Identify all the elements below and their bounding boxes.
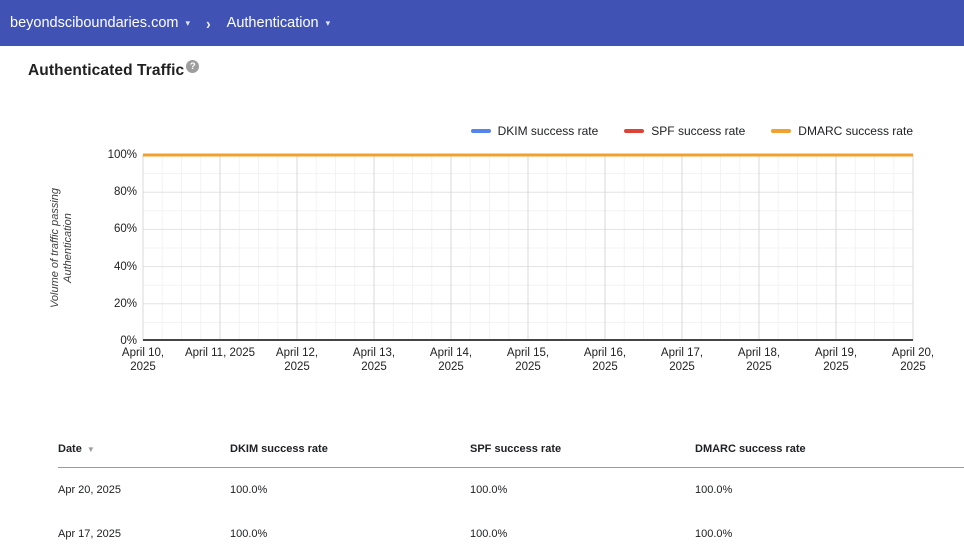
page-title-row: Authenticated Traffic ?	[28, 62, 199, 80]
y-axis-title-line: Volume of traffic passing	[49, 188, 62, 308]
x-tick-label: April 20,2025	[892, 346, 934, 374]
section-selector[interactable]: Authentication ▾	[227, 15, 330, 31]
y-tick-label: 60%	[114, 223, 137, 235]
help-icon[interactable]: ?	[186, 60, 199, 73]
dmarc-line-swatch-icon	[771, 129, 791, 133]
column-header-label: Date	[58, 443, 82, 455]
cell-spf: 100.0%	[470, 528, 695, 540]
page-title: Authenticated Traffic	[28, 62, 184, 80]
cell-date: Apr 20, 2025	[58, 484, 230, 496]
cell-dmarc: 100.0%	[695, 528, 964, 540]
x-tick-label: April 14,2025	[430, 346, 472, 374]
chart-plot-area	[143, 155, 913, 341]
x-tick-label: April 19,2025	[815, 346, 857, 374]
y-axis-title: Volume of traffic passing Authentication	[49, 188, 75, 308]
line-chart	[143, 155, 913, 341]
cell-dmarc: 100.0%	[695, 484, 964, 496]
breadcrumb-chevron-icon: ›	[206, 14, 211, 32]
column-header-dmarc[interactable]: DMARC success rate	[695, 443, 964, 455]
traffic-table: Date ▼ DKIM success rate SPF success rat…	[58, 430, 964, 556]
x-tick-label: April 17,2025	[661, 346, 703, 374]
x-axis-tick-labels: April 10,2025April 11, 2025April 12,2025…	[143, 346, 913, 378]
column-header-spf[interactable]: SPF success rate	[470, 443, 695, 455]
legend-label: SPF success rate	[651, 124, 745, 138]
section-selector-label: Authentication	[227, 15, 319, 31]
x-tick-label: April 18,2025	[738, 346, 780, 374]
topbar: beyondsciboundaries.com ▾ › Authenticati…	[0, 0, 964, 46]
cell-date: Apr 17, 2025	[58, 528, 230, 540]
column-header-date[interactable]: Date ▼	[58, 443, 230, 455]
x-tick-label: April 12,2025	[276, 346, 318, 374]
y-axis-tick-labels: 0%20%40%60%80%100%	[85, 155, 137, 341]
x-tick-label: April 11, 2025	[185, 346, 255, 360]
legend-item-dmarc: DMARC success rate	[771, 124, 913, 138]
chart-legend: DKIM success rate SPF success rate DMARC…	[143, 123, 913, 139]
x-tick-label: April 10,2025	[122, 346, 164, 374]
x-tick-label: April 13,2025	[353, 346, 395, 374]
domain-selector-label: beyondsciboundaries.com	[10, 15, 178, 31]
table-row: Apr 20, 2025 100.0% 100.0% 100.0%	[58, 468, 964, 512]
chevron-down-icon: ▾	[326, 18, 331, 29]
table-header-row: Date ▼ DKIM success rate SPF success rat…	[58, 430, 964, 468]
sort-descending-icon: ▼	[87, 445, 95, 454]
y-tick-label: 20%	[114, 298, 137, 310]
y-tick-label: 40%	[114, 261, 137, 273]
cell-dkim: 100.0%	[230, 528, 470, 540]
column-header-dkim[interactable]: DKIM success rate	[230, 443, 470, 455]
legend-label: DKIM success rate	[498, 124, 599, 138]
y-tick-label: 80%	[114, 186, 137, 198]
legend-item-dkim: DKIM success rate	[471, 124, 599, 138]
x-tick-label: April 16,2025	[584, 346, 626, 374]
dkim-line-swatch-icon	[471, 129, 491, 133]
legend-item-spf: SPF success rate	[624, 124, 745, 138]
postmaster-tools-app: beyondsciboundaries.com ▾ › Authenticati…	[0, 0, 964, 557]
cell-dkim: 100.0%	[230, 484, 470, 496]
legend-label: DMARC success rate	[798, 124, 913, 138]
y-axis-title-line: Authentication	[62, 188, 75, 308]
y-tick-label: 100%	[108, 149, 137, 161]
cell-spf: 100.0%	[470, 484, 695, 496]
table-row: Apr 17, 2025 100.0% 100.0% 100.0%	[58, 512, 964, 556]
chevron-down-icon: ▾	[185, 18, 190, 29]
domain-selector[interactable]: beyondsciboundaries.com ▾	[10, 15, 190, 31]
spf-line-swatch-icon	[624, 129, 644, 133]
x-tick-label: April 15,2025	[507, 346, 549, 374]
